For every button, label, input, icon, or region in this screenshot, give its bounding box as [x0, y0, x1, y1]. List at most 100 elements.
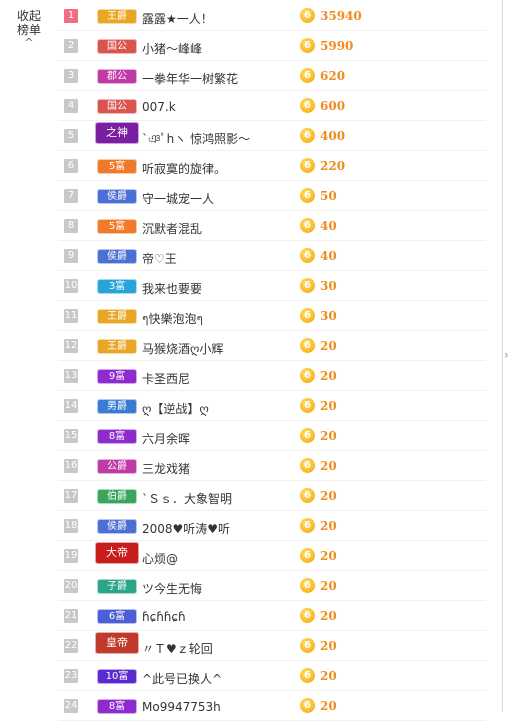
table-row[interactable]: 3 郡公 一拳年华一树繁花 6 620 [58, 62, 486, 91]
table-row[interactable]: 19 大帝 心烦@ 6 20 [58, 542, 486, 571]
score-value: 35940 [320, 9, 362, 23]
user-name[interactable]: 〃Ｔ♥ｚ轮回 [142, 640, 213, 657]
score-value: 50 [320, 189, 337, 203]
rank-badge: 国公 [97, 39, 137, 54]
chevron-right-icon[interactable]: › [504, 348, 509, 362]
score-value: 30 [320, 309, 337, 323]
rank-badge: 8富 [97, 429, 137, 444]
coin-icon: 6 [300, 518, 315, 533]
rank-number: 15 [64, 429, 78, 443]
table-row[interactable]: 5 之神 `ঞﾟhヽ 惊鸿照影～ 6 400 [58, 122, 486, 151]
score-value: 20 [320, 639, 337, 653]
table-row[interactable]: 14 男爵 ღ【逆战】ღ 6 20 [58, 392, 486, 421]
coin-icon: 6 [300, 8, 315, 23]
user-name[interactable]: 小猪～峰峰 [142, 40, 202, 57]
user-name[interactable]: `ঞﾟhヽ 惊鸿照影～ [142, 130, 250, 151]
score-value: 30 [320, 279, 337, 293]
user-name[interactable]: ღ【逆战】ღ [142, 400, 209, 417]
table-row[interactable]: 18 侯爵 2008♥听涛♥听 6 20 [58, 512, 486, 541]
rank-badge: 男爵 [97, 399, 137, 414]
user-name[interactable]: 卡圣西尼 [142, 370, 190, 387]
user-name[interactable]: 露露★一人！ [142, 10, 213, 27]
rank-number: 12 [64, 339, 78, 353]
rank-badge: 子爵 [97, 579, 137, 594]
score-value: 40 [320, 219, 337, 233]
table-row[interactable]: 7 侯爵 守一城宠一人 6 50 [58, 182, 486, 211]
table-row[interactable]: 20 子爵 ツ今生无悔 6 20 [58, 572, 486, 601]
user-name[interactable]: `Ｓｓ．大象智明 [142, 490, 232, 507]
score-value: 40 [320, 249, 337, 263]
score-value: 620 [320, 69, 346, 83]
score-value: 400 [320, 129, 346, 143]
coin-icon: 6 [300, 188, 315, 203]
user-name[interactable]: 沉默者混乱 [142, 220, 202, 237]
user-name[interactable]: 2008♥听涛♥听 [142, 520, 230, 537]
rank-number: 24 [64, 699, 78, 713]
rank-number: 21 [64, 609, 78, 623]
rank-number: 1 [64, 9, 78, 23]
rank-number: 18 [64, 519, 78, 533]
user-name[interactable]: ๆ快樂泡泡ๆ [142, 310, 203, 329]
rank-badge: 公爵 [97, 459, 137, 474]
table-row[interactable]: 12 王爵 马猴烧酒ღ小辉 6 20 [58, 332, 486, 361]
rank-number: 20 [64, 579, 78, 593]
score-value: 20 [320, 399, 337, 413]
user-name[interactable]: ツ今生无悔 [142, 580, 202, 597]
user-name[interactable]: 三龙戏猪 [142, 460, 190, 477]
table-row[interactable]: 15 8富 六月余晖 6 20 [58, 422, 486, 451]
table-row[interactable]: 22 皇帝 〃Ｔ♥ｚ轮回 6 20 [58, 632, 486, 661]
rank-number: 8 [64, 219, 78, 233]
coin-icon: 6 [300, 578, 315, 593]
table-row[interactable]: 9 侯爵 帝♡王 6 40 [58, 242, 486, 271]
score-value: 220 [320, 159, 346, 173]
table-row[interactable]: 13 9富 卡圣西尼 6 20 [58, 362, 486, 391]
rank-number: 2 [64, 39, 78, 53]
table-row[interactable]: 2 国公 小猪～峰峰 6 5990 [58, 32, 486, 61]
rank-badge: 5富 [97, 219, 137, 234]
rank-badge: 侯爵 [97, 249, 137, 264]
user-name[interactable]: 守一城宠一人 [142, 190, 214, 207]
rank-badge: 10富 [97, 669, 137, 684]
table-row[interactable]: 6 5富 听寂寞的旋律。 6 220 [58, 152, 486, 181]
user-name[interactable]: 我来也要要 [142, 280, 202, 297]
user-name[interactable]: 心烦@ [142, 550, 178, 567]
table-row[interactable]: 11 王爵 ๆ快樂泡泡ๆ 6 30 [58, 302, 486, 331]
coin-icon: 6 [300, 638, 315, 653]
rank-number: 17 [64, 489, 78, 503]
user-name[interactable]: ^此号已换人^ [142, 670, 222, 687]
user-name[interactable]: 六月余晖 [142, 430, 190, 447]
table-row[interactable]: 10 3富 我来也要要 6 30 [58, 272, 486, 301]
left-panel: 收起 榜单 ^ [0, 0, 58, 712]
user-name[interactable]: 马猴烧酒ღ小辉 [142, 340, 223, 357]
table-row[interactable]: 21 6富 ɦɕɦɦɕɦ 6 20 [58, 602, 486, 631]
user-name[interactable]: 007.k [142, 100, 176, 114]
chevron-up-icon: ^ [24, 36, 34, 49]
rank-number: 23 [64, 669, 78, 683]
table-row[interactable]: 16 公爵 三龙戏猪 6 20 [58, 452, 486, 481]
score-value: 5990 [320, 39, 354, 53]
table-row[interactable]: 1 王爵 露露★一人！ 6 35940 [58, 2, 486, 31]
score-value: 20 [320, 699, 337, 713]
user-name[interactable]: 帝♡王 [142, 250, 177, 267]
collapse-label-line1: 收起 [16, 9, 41, 23]
score-value: 20 [320, 489, 337, 503]
score-value: 20 [320, 669, 337, 683]
table-row[interactable]: 24 8富 Mo9947753h 6 20 [58, 692, 486, 721]
coin-icon: 6 [300, 398, 315, 413]
table-row[interactable]: 8 5富 沉默者混乱 6 40 [58, 212, 486, 241]
coin-icon: 6 [300, 98, 315, 113]
rank-number: 4 [64, 99, 78, 113]
user-name[interactable]: ɦɕɦɦɕɦ [142, 610, 186, 624]
user-name[interactable]: 一拳年华一树繁花 [142, 70, 238, 87]
coin-icon: 6 [300, 668, 315, 683]
score-value: 20 [320, 579, 337, 593]
coin-icon: 6 [300, 38, 315, 53]
rank-badge: 大帝 [95, 542, 139, 564]
user-name[interactable]: 听寂寞的旋律。 [142, 160, 226, 177]
score-value: 20 [320, 369, 337, 383]
collapse-ranking-button[interactable]: 收起 榜单 ^ [0, 9, 58, 49]
table-row[interactable]: 4 国公 007.k 6 600 [58, 92, 486, 121]
coin-icon: 6 [300, 428, 315, 443]
table-row[interactable]: 23 10富 ^此号已换人^ 6 20 [58, 662, 486, 691]
table-row[interactable]: 17 伯爵 `Ｓｓ．大象智明 6 20 [58, 482, 486, 511]
